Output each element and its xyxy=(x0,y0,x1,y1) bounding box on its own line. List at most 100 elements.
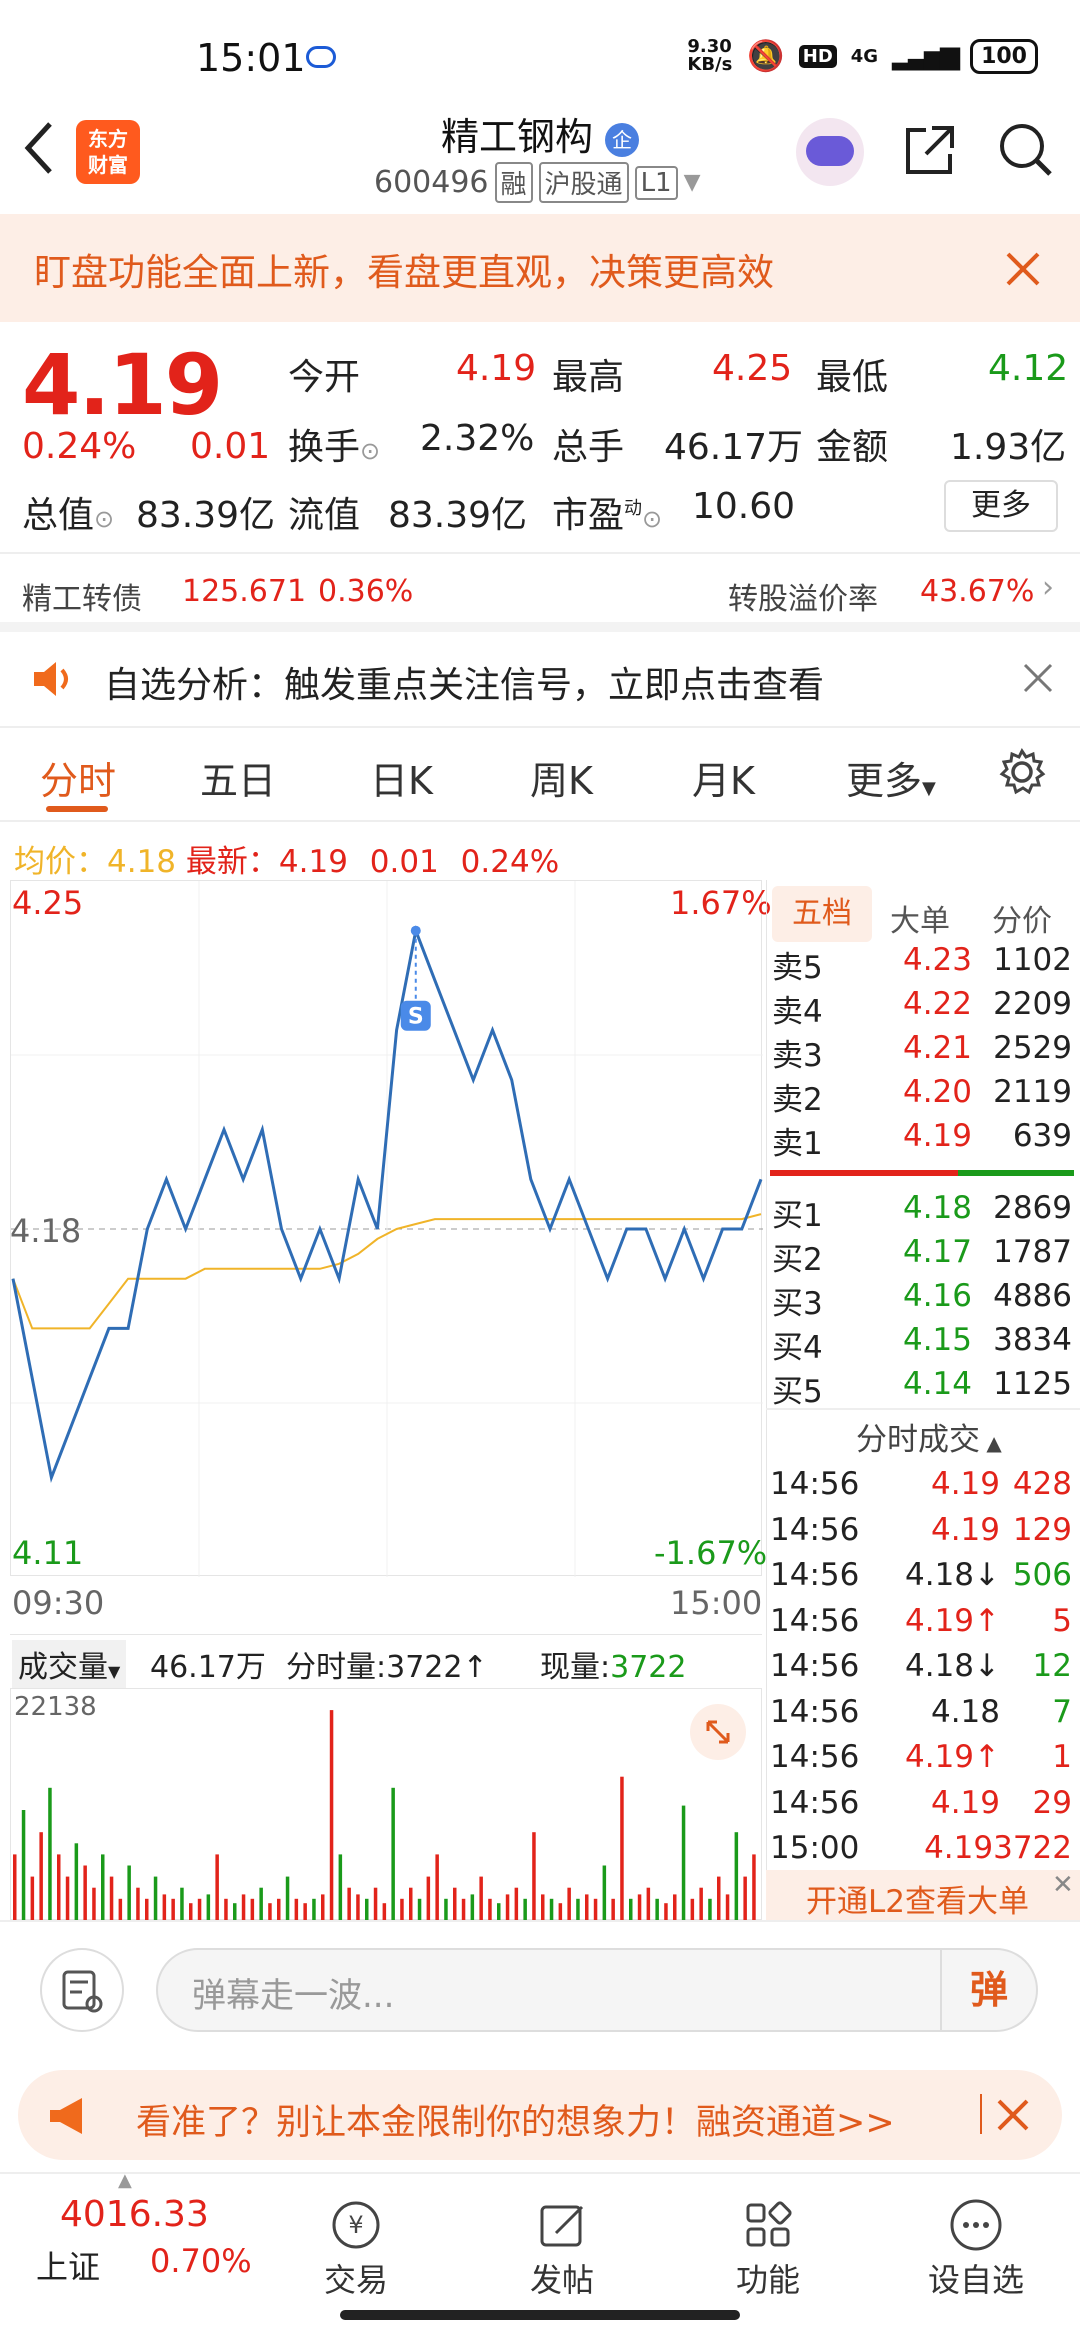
divider xyxy=(980,2094,982,2134)
tab-more[interactable]: 更多▼ xyxy=(846,750,936,805)
alert-text[interactable]: 自选分析：触发重点关注信号，立即点击查看 xyxy=(104,656,824,708)
close-icon[interactable] xyxy=(1022,662,1054,694)
volume-total: 46.17万 xyxy=(150,1650,266,1685)
trade-time: 14:56 xyxy=(770,1557,860,1593)
bond-name[interactable]: 精工转债 xyxy=(22,574,142,618)
ask-row: 卖4 4.22 2209 xyxy=(772,986,1072,1031)
trade-row: 14:56 4.19 129 xyxy=(770,1512,1072,1548)
ask-row: 卖3 4.21 2529 xyxy=(772,1030,1072,1075)
nav-add-watchlist[interactable]: 设自选 xyxy=(906,2195,1046,2301)
chevron-right-icon[interactable]: › xyxy=(1042,570,1054,605)
volume-bar xyxy=(92,1887,96,1921)
index-value[interactable]: 4016.33 xyxy=(60,2194,209,2235)
grid-icon xyxy=(698,2195,838,2255)
volume-chart[interactable] xyxy=(10,1688,762,1921)
tab-monthly[interactable]: 月K xyxy=(692,750,755,805)
open-value: 4.19 xyxy=(456,348,537,389)
bid-volume: 1787 xyxy=(993,1234,1072,1270)
ask-row: 卖5 4.23 1102 xyxy=(772,942,1072,987)
volume-bar xyxy=(453,1887,457,1921)
volume-bar xyxy=(127,1865,131,1921)
caret-down-icon: ▼ xyxy=(108,1662,121,1681)
x-start-label: 09:30 xyxy=(12,1584,105,1622)
bid-volume: 4886 xyxy=(993,1278,1072,1314)
search-icon[interactable] xyxy=(996,120,1056,180)
stock-code-row[interactable]: 600496 融 沪股通 L1 ▼ xyxy=(374,162,701,203)
assistant-avatar[interactable] xyxy=(796,118,864,186)
clock: 15:01 xyxy=(196,36,306,80)
tab-weekly[interactable]: 周K xyxy=(530,750,593,805)
close-icon[interactable] xyxy=(996,2098,1030,2132)
y-mid-label: 4.18 xyxy=(10,1212,82,1250)
dropdown-icon[interactable]: ▼ xyxy=(684,170,701,195)
close-icon[interactable]: ✕ xyxy=(1052,1870,1074,1900)
volume-bar xyxy=(136,1887,140,1921)
more-button[interactable]: 更多 xyxy=(944,480,1058,532)
nav-functions[interactable]: 功能 xyxy=(698,2195,838,2301)
volume-bar xyxy=(118,1898,123,1921)
float-value: 83.39亿 xyxy=(388,495,528,536)
danmaku-send-button[interactable]: 弹 xyxy=(940,1950,1036,2030)
trade-volume: 428 xyxy=(1012,1466,1072,1502)
volume-bar xyxy=(39,1832,43,1921)
bid-row: 买1 4.18 2869 xyxy=(772,1190,1072,1235)
tab-order-book[interactable]: 五档 xyxy=(772,886,872,942)
share-icon[interactable] xyxy=(902,122,958,178)
volume-bar xyxy=(180,1887,184,1921)
volume-selector[interactable]: 成交量▼ xyxy=(12,1640,127,1688)
volume-bar xyxy=(259,1887,263,1921)
connect-tag: 沪股通 xyxy=(538,162,629,203)
nav-trade-label: 交易 xyxy=(323,2261,388,2299)
company-badge-icon: 企 xyxy=(605,122,640,157)
ask-price: 4.22 xyxy=(902,986,972,1022)
danmaku-settings-icon[interactable] xyxy=(40,1948,124,2032)
bid-ask-ratio-bar xyxy=(770,1170,1074,1176)
mktcap-label-text: 总值 xyxy=(22,495,95,536)
trade-volume: 7 xyxy=(1052,1693,1072,1730)
trade-volume: 12 xyxy=(1032,1648,1072,1684)
ask-price: 4.20 xyxy=(902,1074,972,1110)
margin-tag: 融 xyxy=(494,162,533,203)
ask-price: 4.23 xyxy=(902,942,972,978)
caret-up-icon: ▲ xyxy=(980,1431,1002,1455)
tab-fenshi[interactable]: 分时 xyxy=(40,750,116,805)
trade-price: 4.18 xyxy=(930,1693,1000,1730)
x-end-label: 15:00 xyxy=(670,1584,763,1622)
divider xyxy=(766,1408,1080,1410)
tab-daily[interactable]: 日K xyxy=(370,750,433,805)
expand-icon[interactable] xyxy=(690,1704,746,1760)
intraday-chart[interactable]: S xyxy=(10,880,763,1577)
mktcap-value: 83.39亿 xyxy=(136,495,276,536)
close-icon[interactable] xyxy=(1004,250,1042,288)
ask-label: 卖4 xyxy=(772,994,823,1030)
divider xyxy=(0,1920,1080,1922)
amount-label: 金额 xyxy=(816,427,889,468)
info-icon[interactable]: ⊙ xyxy=(94,505,114,533)
home-indicator xyxy=(340,2310,740,2320)
premium-value: 43.67% xyxy=(920,574,1035,609)
tab-big-orders[interactable]: 大单 xyxy=(890,896,950,940)
trade-volume: 1 xyxy=(1052,1739,1072,1775)
bid-label: 买4 xyxy=(772,1330,823,1366)
tab-price-distribution[interactable]: 分价 xyxy=(992,896,1052,940)
gear-icon[interactable] xyxy=(998,748,1046,796)
trade-time: 14:56 xyxy=(770,1648,860,1684)
trade-row: 14:56 4.19↑ 1 xyxy=(770,1739,1072,1775)
ask-row: 卖1 4.19 639 xyxy=(772,1118,1072,1163)
pe-sup: 动 xyxy=(624,498,643,519)
nav-trade[interactable]: ¥ 交易 xyxy=(286,2195,426,2301)
trade-time: 14:56 xyxy=(770,1466,860,1502)
volume-selector-label: 成交量 xyxy=(18,1650,108,1685)
info-icon[interactable]: ⊙ xyxy=(642,505,662,533)
tab-5day[interactable]: 五日 xyxy=(200,750,276,805)
volume-bar xyxy=(30,1876,35,1921)
volume-bar xyxy=(479,1876,483,1921)
volume-bar xyxy=(224,1898,228,1921)
bid-row: 买3 4.16 4886 xyxy=(772,1278,1072,1323)
trades-header[interactable]: 分时成交 ▲ xyxy=(856,1414,1002,1459)
info-icon[interactable]: ⊙ xyxy=(360,437,380,465)
pe-value: 10.60 xyxy=(692,486,796,527)
stock-name: 精工钢构 xyxy=(440,115,593,159)
nav-post[interactable]: 发帖 xyxy=(492,2195,632,2301)
volume-bar xyxy=(321,1894,325,1921)
